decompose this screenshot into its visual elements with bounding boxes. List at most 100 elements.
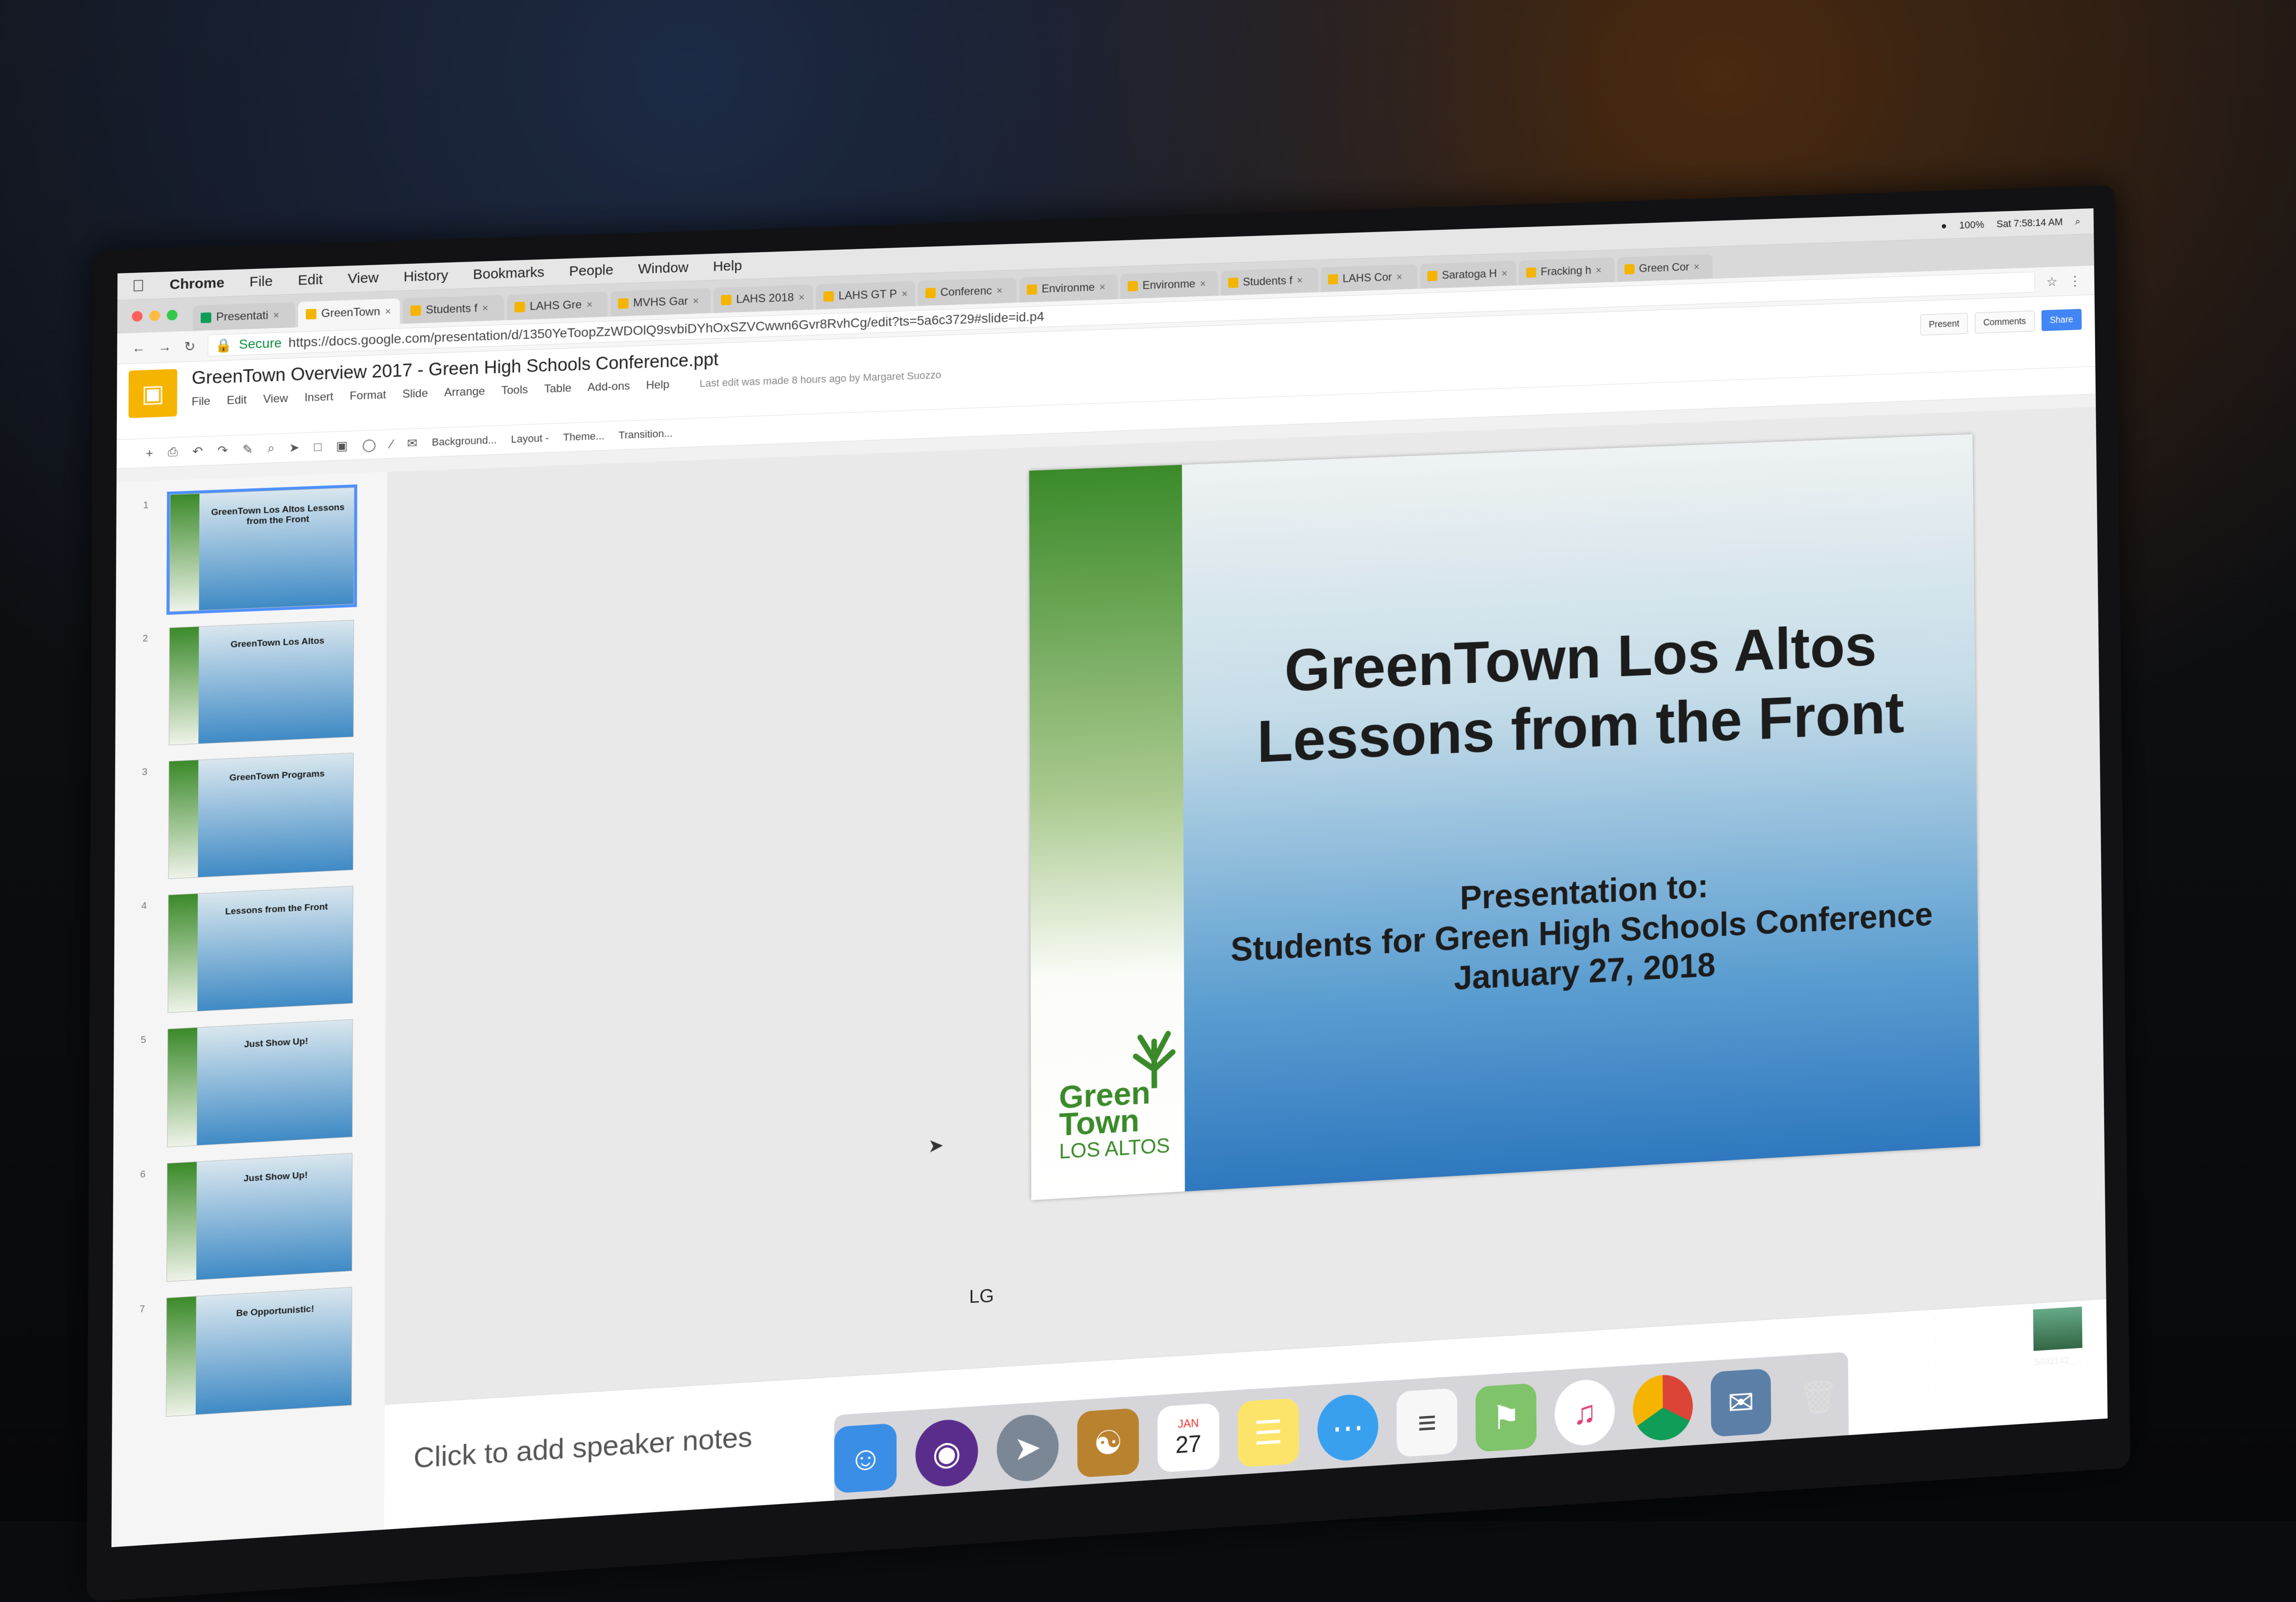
browser-tab[interactable]: Environme × bbox=[1019, 274, 1118, 303]
chrome-icon[interactable] bbox=[1633, 1373, 1694, 1442]
browser-tab[interactable]: LAHS 2018 × bbox=[713, 284, 813, 313]
browser-tab[interactable]: Presentati × bbox=[192, 302, 295, 331]
close-tab-icon[interactable]: × bbox=[902, 288, 908, 300]
spotlight-icon[interactable]: ⌕ bbox=[2075, 216, 2081, 228]
browser-tab[interactable]: Students f × bbox=[1221, 267, 1318, 296]
zoom-window-icon[interactable] bbox=[166, 309, 178, 321]
mail-icon[interactable]: ✉ bbox=[1710, 1368, 1771, 1437]
browser-tab-active[interactable]: GreenTown × bbox=[298, 298, 400, 328]
chrome-menu-icon[interactable]: ⋮ bbox=[2069, 273, 2081, 288]
slide-thumbnail[interactable]: GreenTown Los Altos bbox=[169, 620, 354, 746]
menu-window[interactable]: Window bbox=[638, 260, 688, 277]
reminders-icon[interactable]: ≡ bbox=[1396, 1388, 1458, 1458]
desktop-file[interactable]: 5492142_... bbox=[2026, 1304, 2089, 1368]
minimize-window-icon[interactable] bbox=[149, 310, 160, 322]
menu-arrange[interactable]: Arrange bbox=[444, 385, 485, 399]
menu-help[interactable]: Help bbox=[646, 378, 670, 392]
layout-button[interactable]: Layout - bbox=[511, 432, 549, 445]
close-tab-icon[interactable]: × bbox=[1694, 261, 1700, 273]
finder-icon[interactable]: ☺ bbox=[834, 1423, 897, 1494]
close-tab-icon[interactable]: × bbox=[1596, 264, 1602, 276]
close-tab-icon[interactable]: × bbox=[273, 309, 279, 322]
browser-tab[interactable]: Saratoga H × bbox=[1420, 260, 1517, 289]
transition-button[interactable]: Transition... bbox=[619, 427, 673, 442]
menu-view[interactable]: View bbox=[348, 270, 378, 287]
slide-title[interactable]: GreenTown Los Altos Lessons from the Fro… bbox=[1182, 607, 1975, 780]
menu-tools[interactable]: Tools bbox=[501, 383, 528, 397]
slide-thumbnail[interactable]: GreenTown Programs bbox=[168, 753, 354, 879]
theme-button[interactable]: Theme... bbox=[563, 430, 605, 444]
back-icon[interactable]: ← bbox=[132, 340, 145, 356]
browser-tab[interactable]: LAHS Cor × bbox=[1320, 264, 1418, 293]
reload-icon[interactable]: ↻ bbox=[184, 338, 196, 354]
slide-thumbnail[interactable]: Be Opportunistic! bbox=[166, 1287, 352, 1417]
close-tab-icon[interactable]: × bbox=[997, 285, 1003, 297]
menu-addons[interactable]: Add-ons bbox=[588, 380, 630, 394]
browser-tab[interactable]: Conferenc × bbox=[918, 277, 1017, 306]
close-tab-icon[interactable]: × bbox=[587, 299, 593, 311]
comment-icon[interactable]: ✉ bbox=[407, 436, 417, 451]
menu-app-name[interactable]: Chrome bbox=[170, 275, 225, 293]
browser-tab[interactable]: Fracking h × bbox=[1519, 257, 1615, 286]
close-tab-icon[interactable]: × bbox=[482, 302, 488, 315]
clock[interactable]: Sat 7:58:14 AM bbox=[1996, 216, 2063, 230]
close-tab-icon[interactable]: × bbox=[385, 305, 391, 318]
close-tab-icon[interactable]: × bbox=[799, 291, 805, 303]
menu-slide[interactable]: Slide bbox=[403, 387, 428, 401]
paint-format-icon[interactable]: ✎ bbox=[242, 442, 253, 457]
wifi-icon[interactable]: ● bbox=[1941, 220, 1947, 232]
maps-icon[interactable]: ⚑ bbox=[1476, 1383, 1537, 1452]
image-icon[interactable]: ▣ bbox=[336, 438, 348, 453]
close-tab-icon[interactable]: × bbox=[1502, 267, 1508, 280]
menu-file[interactable]: File bbox=[249, 274, 273, 290]
redo-icon[interactable]: ↷ bbox=[218, 443, 228, 458]
select-icon[interactable]: ➤ bbox=[289, 440, 300, 455]
menu-edit[interactable]: Edit bbox=[227, 393, 247, 407]
browser-tab[interactable]: LAHS GT P × bbox=[816, 281, 916, 310]
print-icon[interactable]: ⎙ bbox=[168, 445, 178, 460]
notes-icon[interactable]: ☰ bbox=[1237, 1397, 1299, 1468]
last-edit-link[interactable]: Last edit was made 8 hours ago by Margar… bbox=[700, 369, 941, 390]
menu-history[interactable]: History bbox=[403, 267, 448, 285]
trash-icon[interactable]: 🗑 bbox=[1789, 1363, 1849, 1432]
textbox-icon[interactable]: □ bbox=[314, 439, 321, 454]
menu-people[interactable]: People bbox=[569, 262, 614, 280]
forward-icon[interactable]: → bbox=[158, 339, 171, 355]
close-tab-icon[interactable]: × bbox=[693, 295, 699, 308]
slide-thumbnail-selected[interactable]: GreenTown Los Altos Lessons from the Fro… bbox=[166, 484, 357, 615]
close-window-icon[interactable] bbox=[132, 311, 143, 322]
menu-view[interactable]: View bbox=[263, 392, 288, 406]
menu-insert[interactable]: Insert bbox=[304, 390, 333, 405]
bookmark-star-icon[interactable]: ☆ bbox=[2046, 274, 2057, 289]
zoom-icon[interactable]: ⌕ bbox=[267, 441, 274, 456]
background-button[interactable]: Background... bbox=[432, 434, 497, 448]
close-tab-icon[interactable]: × bbox=[1297, 274, 1303, 287]
slide-thumbnail[interactable]: Just Show Up! bbox=[166, 1153, 353, 1282]
line-icon[interactable]: ∕ bbox=[390, 437, 393, 452]
slide-thumbnail[interactable]: Lessons from the Front bbox=[167, 886, 354, 1013]
menu-edit[interactable]: Edit bbox=[298, 272, 322, 288]
shape-icon[interactable]: ◯ bbox=[362, 437, 376, 452]
browser-tab[interactable]: MVHS Gar × bbox=[610, 288, 711, 317]
siri-icon[interactable]: ◉ bbox=[916, 1418, 978, 1488]
browser-tab[interactable]: Students f × bbox=[403, 294, 504, 324]
share-button[interactable]: Share bbox=[2041, 308, 2082, 331]
contacts-icon[interactable]: ☯ bbox=[1077, 1408, 1139, 1478]
menu-format[interactable]: Format bbox=[349, 389, 386, 403]
browser-tab[interactable]: Green Cor × bbox=[1617, 254, 1713, 282]
launchpad-icon[interactable]: ➤ bbox=[996, 1413, 1059, 1483]
comments-button[interactable]: Comments bbox=[1975, 310, 2035, 334]
itunes-icon[interactable]: ♫ bbox=[1554, 1378, 1615, 1447]
menu-help[interactable]: Help bbox=[713, 258, 742, 275]
slide-thumbnail[interactable]: Just Show Up! bbox=[167, 1019, 353, 1148]
slides-logo-icon[interactable]: ▣ bbox=[128, 369, 178, 418]
menu-bookmarks[interactable]: Bookmarks bbox=[473, 265, 544, 283]
menu-file[interactable]: File bbox=[191, 395, 210, 409]
calendar-icon[interactable]: JAN 27 bbox=[1157, 1403, 1219, 1473]
slide-subtitle[interactable]: Presentation to: Students for Green High… bbox=[1184, 853, 1978, 1013]
browser-tab[interactable]: LAHS Gre × bbox=[506, 291, 608, 321]
undo-icon[interactable]: ↶ bbox=[192, 444, 203, 459]
battery-status[interactable]: 100% bbox=[1959, 219, 1984, 231]
close-tab-icon[interactable]: × bbox=[1100, 281, 1106, 293]
messages-icon[interactable]: ⋯ bbox=[1317, 1393, 1379, 1463]
